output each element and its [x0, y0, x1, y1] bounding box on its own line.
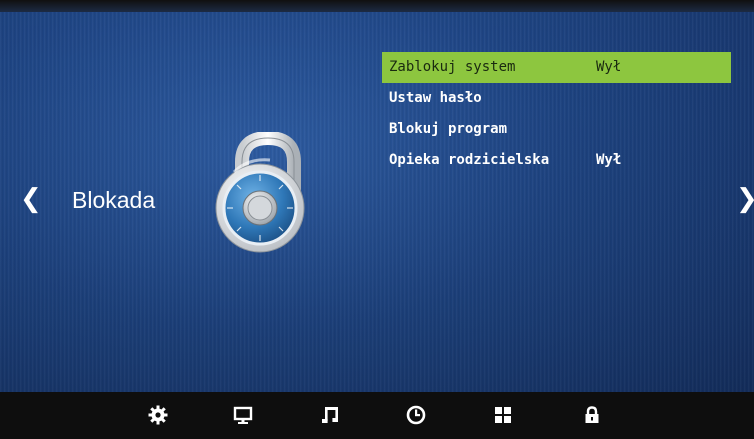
previous-section-arrow-icon[interactable]: ❮: [20, 186, 42, 212]
padlock-combination-icon: [215, 132, 305, 253]
grid-apps-icon[interactable]: [492, 404, 514, 426]
next-section-arrow-icon[interactable]: ❯: [736, 186, 754, 212]
settings-gear-icon[interactable]: [147, 404, 169, 426]
bottom-navigation-bar: [0, 392, 754, 439]
menu-item-label: Opieka rodzicielska: [389, 152, 550, 168]
menu-item-lock-system[interactable]: Zablokuj system Wył: [382, 52, 731, 83]
music-note-icon[interactable]: [320, 404, 342, 426]
section-title: Blokada: [72, 187, 156, 213]
menu-item-value: Wył: [596, 59, 622, 75]
menu-item-set-password[interactable]: Ustaw hasło: [382, 83, 731, 114]
clock-icon[interactable]: [405, 404, 427, 426]
menu-item-label: Blokuj program: [389, 121, 508, 137]
screen-bezel: [0, 0, 754, 12]
tv-screen: ❮ ❯ Blokada: [0, 0, 754, 439]
lock-settings-menu: Zablokuj system Wył Ustaw hasło Blokuj p…: [382, 52, 731, 176]
menu-item-value: Wył: [596, 152, 622, 168]
menu-item-label: Ustaw hasło: [389, 90, 482, 106]
lock-icon[interactable]: [581, 404, 603, 426]
menu-item-parental-guidance[interactable]: Opieka rodzicielska Wył: [382, 145, 731, 176]
menu-item-block-program[interactable]: Blokuj program: [382, 114, 731, 145]
menu-item-label: Zablokuj system: [389, 59, 516, 75]
monitor-icon[interactable]: [232, 404, 254, 426]
